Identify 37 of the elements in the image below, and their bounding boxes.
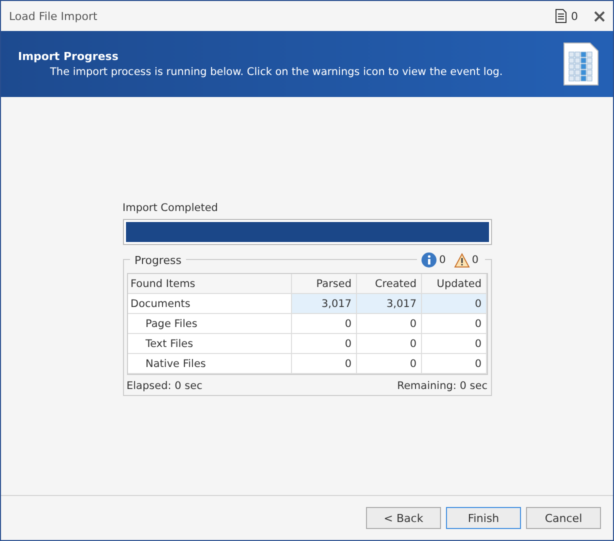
table-cell: 0 [356, 314, 422, 333]
header-title: Import Progress [18, 50, 120, 63]
table-cell: 0 [422, 334, 486, 353]
column-header: Parsed [292, 274, 356, 293]
wizard-button[interactable]: Cancel [526, 507, 601, 529]
table-cell[interactable]: Page Files [128, 314, 292, 333]
table-cell[interactable]: Native Files [128, 354, 292, 373]
table-cell: 3,017 [356, 294, 422, 313]
warning-count: 0 [472, 254, 478, 266]
table-cell: 0 [356, 334, 422, 353]
remaining-time: Remaining: 0 sec [397, 380, 488, 392]
table-cell: 0 [422, 354, 486, 373]
log-count: 0 [571, 10, 578, 22]
document-icon[interactable] [555, 9, 567, 23]
close-icon[interactable] [594, 10, 605, 22]
table-cell: 0 [422, 314, 486, 333]
table-cell: 0 [422, 294, 486, 313]
wizard-button[interactable]: Finish [446, 507, 521, 529]
header-subtitle: The import process is running below. Click on the warnings icon to view the event log. [49, 66, 504, 78]
status-label: Import Completed [122, 202, 219, 214]
table-cell: 3,017 [292, 294, 356, 313]
warning-icon[interactable] [454, 252, 470, 268]
column-header: Found Items [128, 274, 292, 293]
wizard-button[interactable]: < Back [366, 507, 441, 529]
info-count: 0 [439, 254, 446, 266]
info-icon[interactable] [421, 252, 438, 268]
table-cell[interactable]: Text Files [128, 334, 292, 353]
elapsed-time: Elapsed: 0 sec [126, 380, 202, 392]
group-title: Progress [130, 254, 186, 266]
column-header: Updated [422, 274, 486, 293]
spreadsheet-file-icon [563, 42, 599, 86]
table-cell: 0 [356, 354, 422, 373]
table-cell: 0 [292, 314, 356, 333]
table-cell: 0 [292, 334, 356, 353]
table-cell: 0 [292, 354, 356, 373]
column-header: Created [356, 274, 422, 293]
window-title: Load File Import [9, 10, 98, 22]
